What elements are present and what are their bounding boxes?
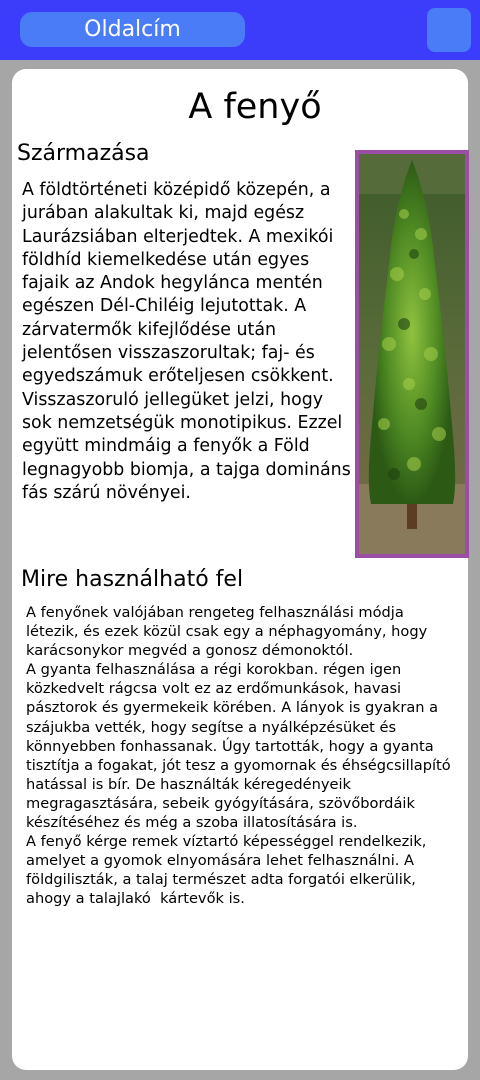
section-text-origin: A földtörténeti középidő közepén, a jurá… xyxy=(22,180,351,503)
top-bar: Oldalcím xyxy=(0,0,480,60)
content-card: A fenyő Származása A földtörténeti közép… xyxy=(12,69,469,1070)
section-text-usage: A fenyőnek valójában rengeteg felhasznál… xyxy=(26,604,451,908)
menu-button[interactable] xyxy=(427,8,471,52)
section-heading-usage: Mire használható fel xyxy=(21,567,244,592)
pine-tree-image xyxy=(355,150,469,558)
section-heading-origin: Származása xyxy=(17,141,150,166)
page-title-button[interactable]: Oldalcím xyxy=(20,12,245,47)
article-title: A fenyő xyxy=(188,87,322,127)
